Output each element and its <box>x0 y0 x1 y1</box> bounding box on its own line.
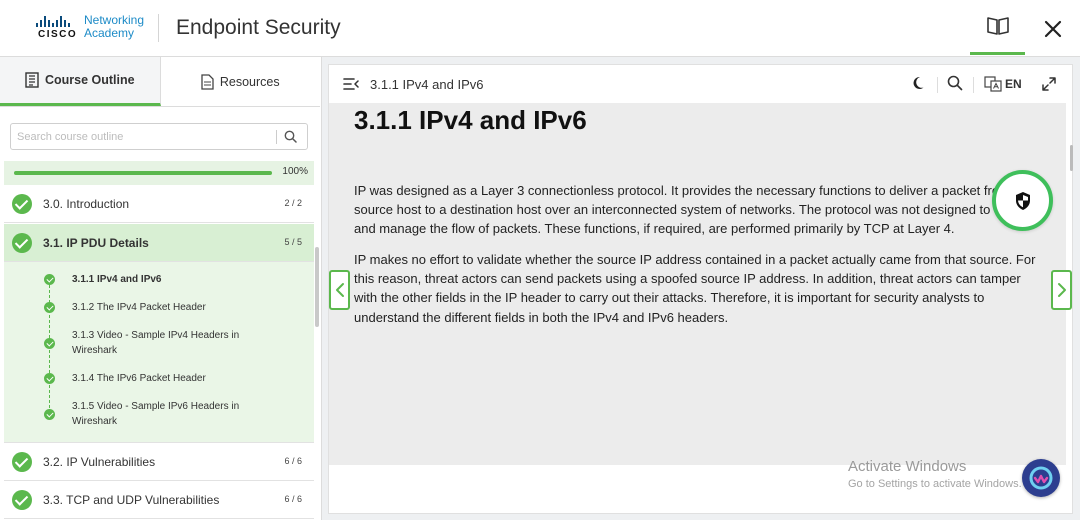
module-label: 3.0. Introduction <box>43 197 130 211</box>
sidebar-tabs: Course Outline Resources <box>0 57 320 107</box>
language-selector[interactable]: EN <box>1005 77 1022 91</box>
module-count: 6 / 6 <box>284 494 302 504</box>
submodule-label: 3.1.1 IPv4 and IPv6 <box>72 274 162 285</box>
check-icon <box>44 338 55 349</box>
shield-icon <box>1015 191 1030 210</box>
document-icon <box>201 73 214 90</box>
module-label: 3.3. TCP and UDP Vulnerabilities <box>43 493 220 507</box>
check-icon <box>44 302 55 313</box>
security-shield-button[interactable] <box>992 170 1053 231</box>
previous-page-button[interactable] <box>329 270 350 310</box>
assistant-launcher-button[interactable] <box>1022 459 1060 497</box>
toolbar-separator <box>973 77 974 93</box>
tab-resources[interactable]: Resources <box>161 57 321 106</box>
sidebar: Course Outline Resources 100% 3.0. Intro… <box>0 57 322 520</box>
module-count: 6 / 6 <box>284 456 302 466</box>
watermark-subtitle: Go to Settings to activate Windows. <box>848 478 1022 490</box>
course-title: Endpoint Security <box>176 16 341 39</box>
close-icon <box>1044 20 1061 37</box>
article-scrollbar[interactable] <box>1070 145 1073 171</box>
check-icon <box>44 409 55 420</box>
sidebar-scrollbar[interactable] <box>315 247 319 327</box>
search-input[interactable] <box>11 124 271 149</box>
watermark-title: Activate Windows <box>848 458 967 475</box>
outline-icon <box>25 72 39 88</box>
open-book-icon <box>986 17 1009 35</box>
submodule-label: 3.1.2 The IPv4 Packet Header <box>72 302 206 313</box>
check-icon <box>44 373 55 384</box>
course-outline: 3.0. Introduction 2 / 2 3.1. IP PDU Deta… <box>4 185 314 520</box>
course-progress: 100% <box>4 161 314 185</box>
module-item[interactable]: 3.3. TCP and UDP Vulnerabilities 6 / 6 <box>4 481 314 519</box>
module-count: 5 / 5 <box>284 237 302 247</box>
search-separator <box>276 130 277 144</box>
module-count: 2 / 2 <box>284 198 302 208</box>
module-label: 3.2. IP Vulnerabilities <box>43 455 156 469</box>
assistant-logo-icon <box>1029 466 1053 490</box>
progress-percent: 100% <box>282 166 308 177</box>
translate-icon[interactable] <box>984 76 1002 92</box>
submodule-label: 3.1.4 The IPv6 Packet Header <box>72 373 206 384</box>
article-title: 3.1.1 IPv4 and IPv6 <box>354 105 587 135</box>
header-divider <box>158 14 159 42</box>
tab-resources-label: Resources <box>219 74 280 89</box>
check-icon <box>44 274 55 285</box>
fullscreen-expand-icon[interactable] <box>1042 77 1056 91</box>
chevron-left-icon <box>335 283 344 297</box>
check-icon <box>12 194 32 214</box>
search-icon[interactable] <box>284 130 297 143</box>
book-button[interactable] <box>970 0 1025 55</box>
module-item-active[interactable]: 3.1. IP PDU Details 5 / 5 <box>4 224 314 262</box>
tab-course-outline[interactable]: Course Outline <box>0 57 161 106</box>
menu-collapse-icon[interactable] <box>343 77 359 91</box>
dark-mode-moon-icon[interactable] <box>912 75 928 91</box>
article-paragraph: IP was designed as a Layer 3 connectionl… <box>354 183 1023 237</box>
tab-course-outline-label: Course Outline <box>44 73 135 87</box>
module-item[interactable]: 3.2. IP Vulnerabilities 6 / 6 <box>4 443 314 481</box>
submodule-list: 3.1.1 IPv4 and IPv6 3.1.2 The IPv4 Packe… <box>4 262 314 443</box>
progress-connector-line <box>49 280 50 418</box>
search-outline <box>10 123 308 150</box>
module-item[interactable]: 3.0. Introduction 2 / 2 <box>4 185 314 223</box>
submodule-label: 3.1.5 Video - Sample IPv6 Headers in Wir… <box>72 401 240 427</box>
toolbar-separator <box>937 77 938 93</box>
app-header: CISCO Networking Academy Endpoint Securi… <box>0 0 1080 57</box>
cisco-bars-icon <box>36 15 70 27</box>
progress-fill <box>14 171 272 175</box>
check-icon <box>12 233 32 253</box>
article-paragraph: IP makes no effort to validate whether t… <box>354 252 1036 325</box>
search-icon[interactable] <box>947 75 963 91</box>
networking-academy-wordmark: Networking Academy <box>84 13 145 40</box>
cisco-wordmark: CISCO <box>38 29 78 40</box>
next-page-button[interactable] <box>1051 270 1072 310</box>
article-body: 3.1.1 IPv4 and IPv6 IP was designed as a… <box>329 103 1066 465</box>
check-icon <box>12 490 32 510</box>
progress-track <box>14 171 272 175</box>
breadcrumb: 3.1.1 IPv4 and IPv6 <box>370 77 484 92</box>
activate-windows-watermark: Activate Windows Go to Settings to activ… <box>848 458 1022 490</box>
chevron-right-icon <box>1057 283 1066 297</box>
close-button[interactable] <box>1030 0 1075 57</box>
submodule-label: 3.1.3 Video - Sample IPv4 Headers in Wir… <box>72 330 240 356</box>
check-icon <box>12 452 32 472</box>
content-toolbar: 3.1.1 IPv4 and IPv6 EN <box>329 65 1072 103</box>
module-label: 3.1. IP PDU Details <box>43 236 149 250</box>
content-panel: 3.1.1 IPv4 and IPv6 EN 3.1.1 IPv4 and IP… <box>328 64 1073 514</box>
